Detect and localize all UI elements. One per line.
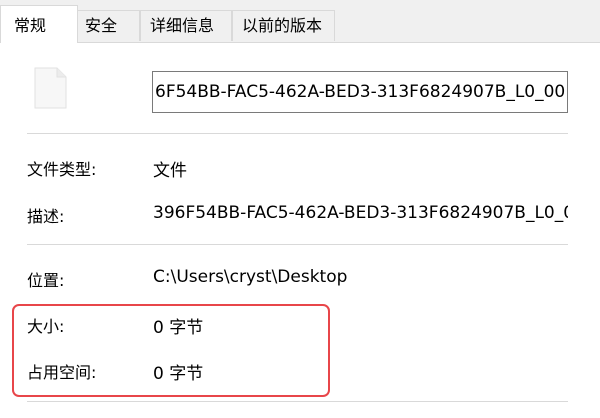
tab-general[interactable]: 常规: [0, 5, 78, 43]
tab-security[interactable]: 安全: [75, 10, 140, 41]
tab-strip: 常规 安全 详细信息 以前的版本: [0, 0, 600, 43]
description-label: 描述:: [27, 207, 65, 226]
file-type-label: 文件类型:: [27, 160, 97, 179]
general-panel: 6F54BB-FAC5-462A-BED3-313F6824907B_L0_00…: [0, 42, 600, 418]
divider: [27, 401, 568, 402]
file-name-input[interactable]: 6F54BB-FAC5-462A-BED3-313F6824907B_L0_00…: [152, 71, 568, 113]
tab-general-label: 常规: [14, 16, 47, 35]
description-value: 396F54BB-FAC5-462A-BED3-313F6824907B_L0_…: [153, 203, 568, 223]
location-value: C:\Users\cryst\Desktop: [153, 267, 348, 287]
tab-details[interactable]: 详细信息: [140, 10, 232, 41]
tab-security-label: 安全: [85, 16, 118, 35]
tab-previous-versions[interactable]: 以前的版本: [232, 10, 335, 41]
file-properties-dialog: 常规 安全 详细信息 以前的版本 6F54BB-FAC5-462A-BED3-3…: [0, 0, 600, 418]
tab-details-label: 详细信息: [150, 16, 215, 35]
tab-previous-versions-label: 以前的版本: [242, 16, 323, 35]
blank-file-icon: [34, 67, 67, 109]
file-name-value: 6F54BB-FAC5-462A-BED3-313F6824907B_L0_00…: [155, 82, 568, 102]
highlight-box: [12, 304, 330, 397]
file-type-value: 文件: [153, 161, 187, 181]
divider: [27, 244, 568, 245]
location-label: 位置:: [27, 271, 65, 290]
divider: [27, 133, 568, 134]
